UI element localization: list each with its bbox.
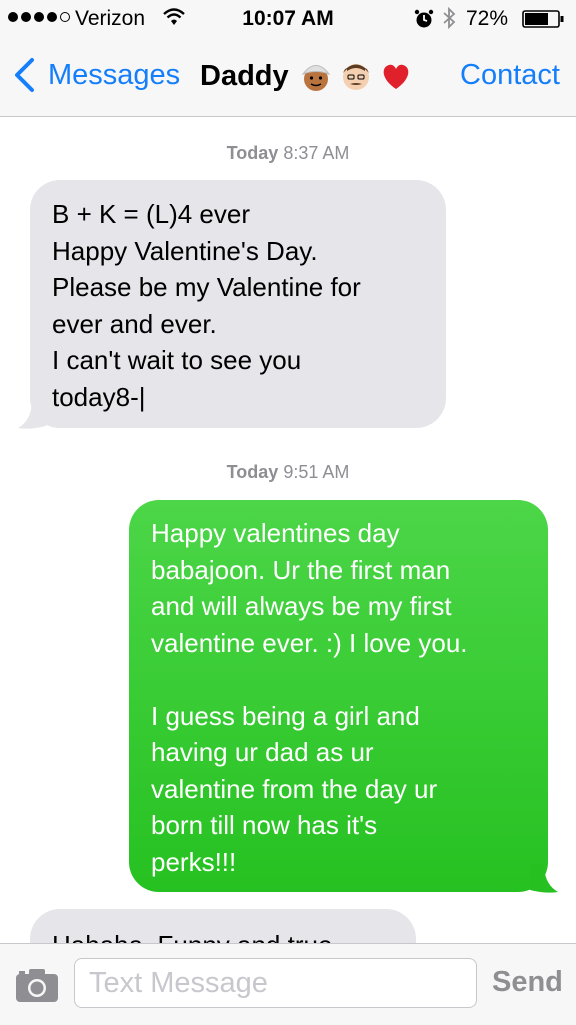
timestamp-header: Today 9:51 AM xyxy=(226,462,350,482)
message-thread[interactable]: Today 8:37 AM B + K = (L)4 ever Happy Va… xyxy=(0,117,576,943)
incoming-bubble-tail xyxy=(18,400,46,429)
man-with-turban-emoji xyxy=(301,65,331,91)
message-text: B + K = (L)4 ever Happy Valentine's Day.… xyxy=(52,199,361,412)
text-message-input[interactable]: Text Message xyxy=(74,958,477,1008)
conversation-title: Daddy xyxy=(200,59,413,93)
contact-button[interactable]: Contact xyxy=(460,59,560,92)
battery-icon xyxy=(522,10,564,28)
message-text: Happy valentines day babajoon. Ur the fi… xyxy=(151,518,468,877)
bluetooth-icon xyxy=(443,6,456,30)
back-button-label: Messages xyxy=(48,58,181,91)
message-input-bar: Text Message Send xyxy=(0,943,576,1025)
incoming-message-bubble[interactable]: Hahaha. Funny and true. xyxy=(30,909,416,943)
chevron-left-icon xyxy=(15,58,34,92)
status-bar: Verizon 10:07 AM 72% xyxy=(0,0,576,38)
send-button[interactable]: Send xyxy=(492,966,563,999)
message-text: Hahaha. Funny and true. xyxy=(52,927,404,943)
incoming-message-bubble[interactable]: B + K = (L)4 ever Happy Valentine's Day.… xyxy=(30,180,446,428)
navigation-bar: Messages Daddy Contact xyxy=(0,38,576,117)
battery-percent: 72% xyxy=(466,7,509,30)
outgoing-bubble-tail xyxy=(530,864,558,893)
camera-icon[interactable] xyxy=(14,966,60,1004)
red-heart-emoji xyxy=(383,64,408,89)
alarm-icon xyxy=(414,9,434,28)
back-button[interactable]: Messages xyxy=(12,55,180,95)
timestamp-header: Today 8:37 AM xyxy=(226,143,350,163)
outgoing-message-bubble[interactable]: Happy valentines day babajoon. Ur the fi… xyxy=(129,500,548,892)
older-man-emoji xyxy=(342,64,369,90)
contact-name: Daddy xyxy=(200,59,289,92)
